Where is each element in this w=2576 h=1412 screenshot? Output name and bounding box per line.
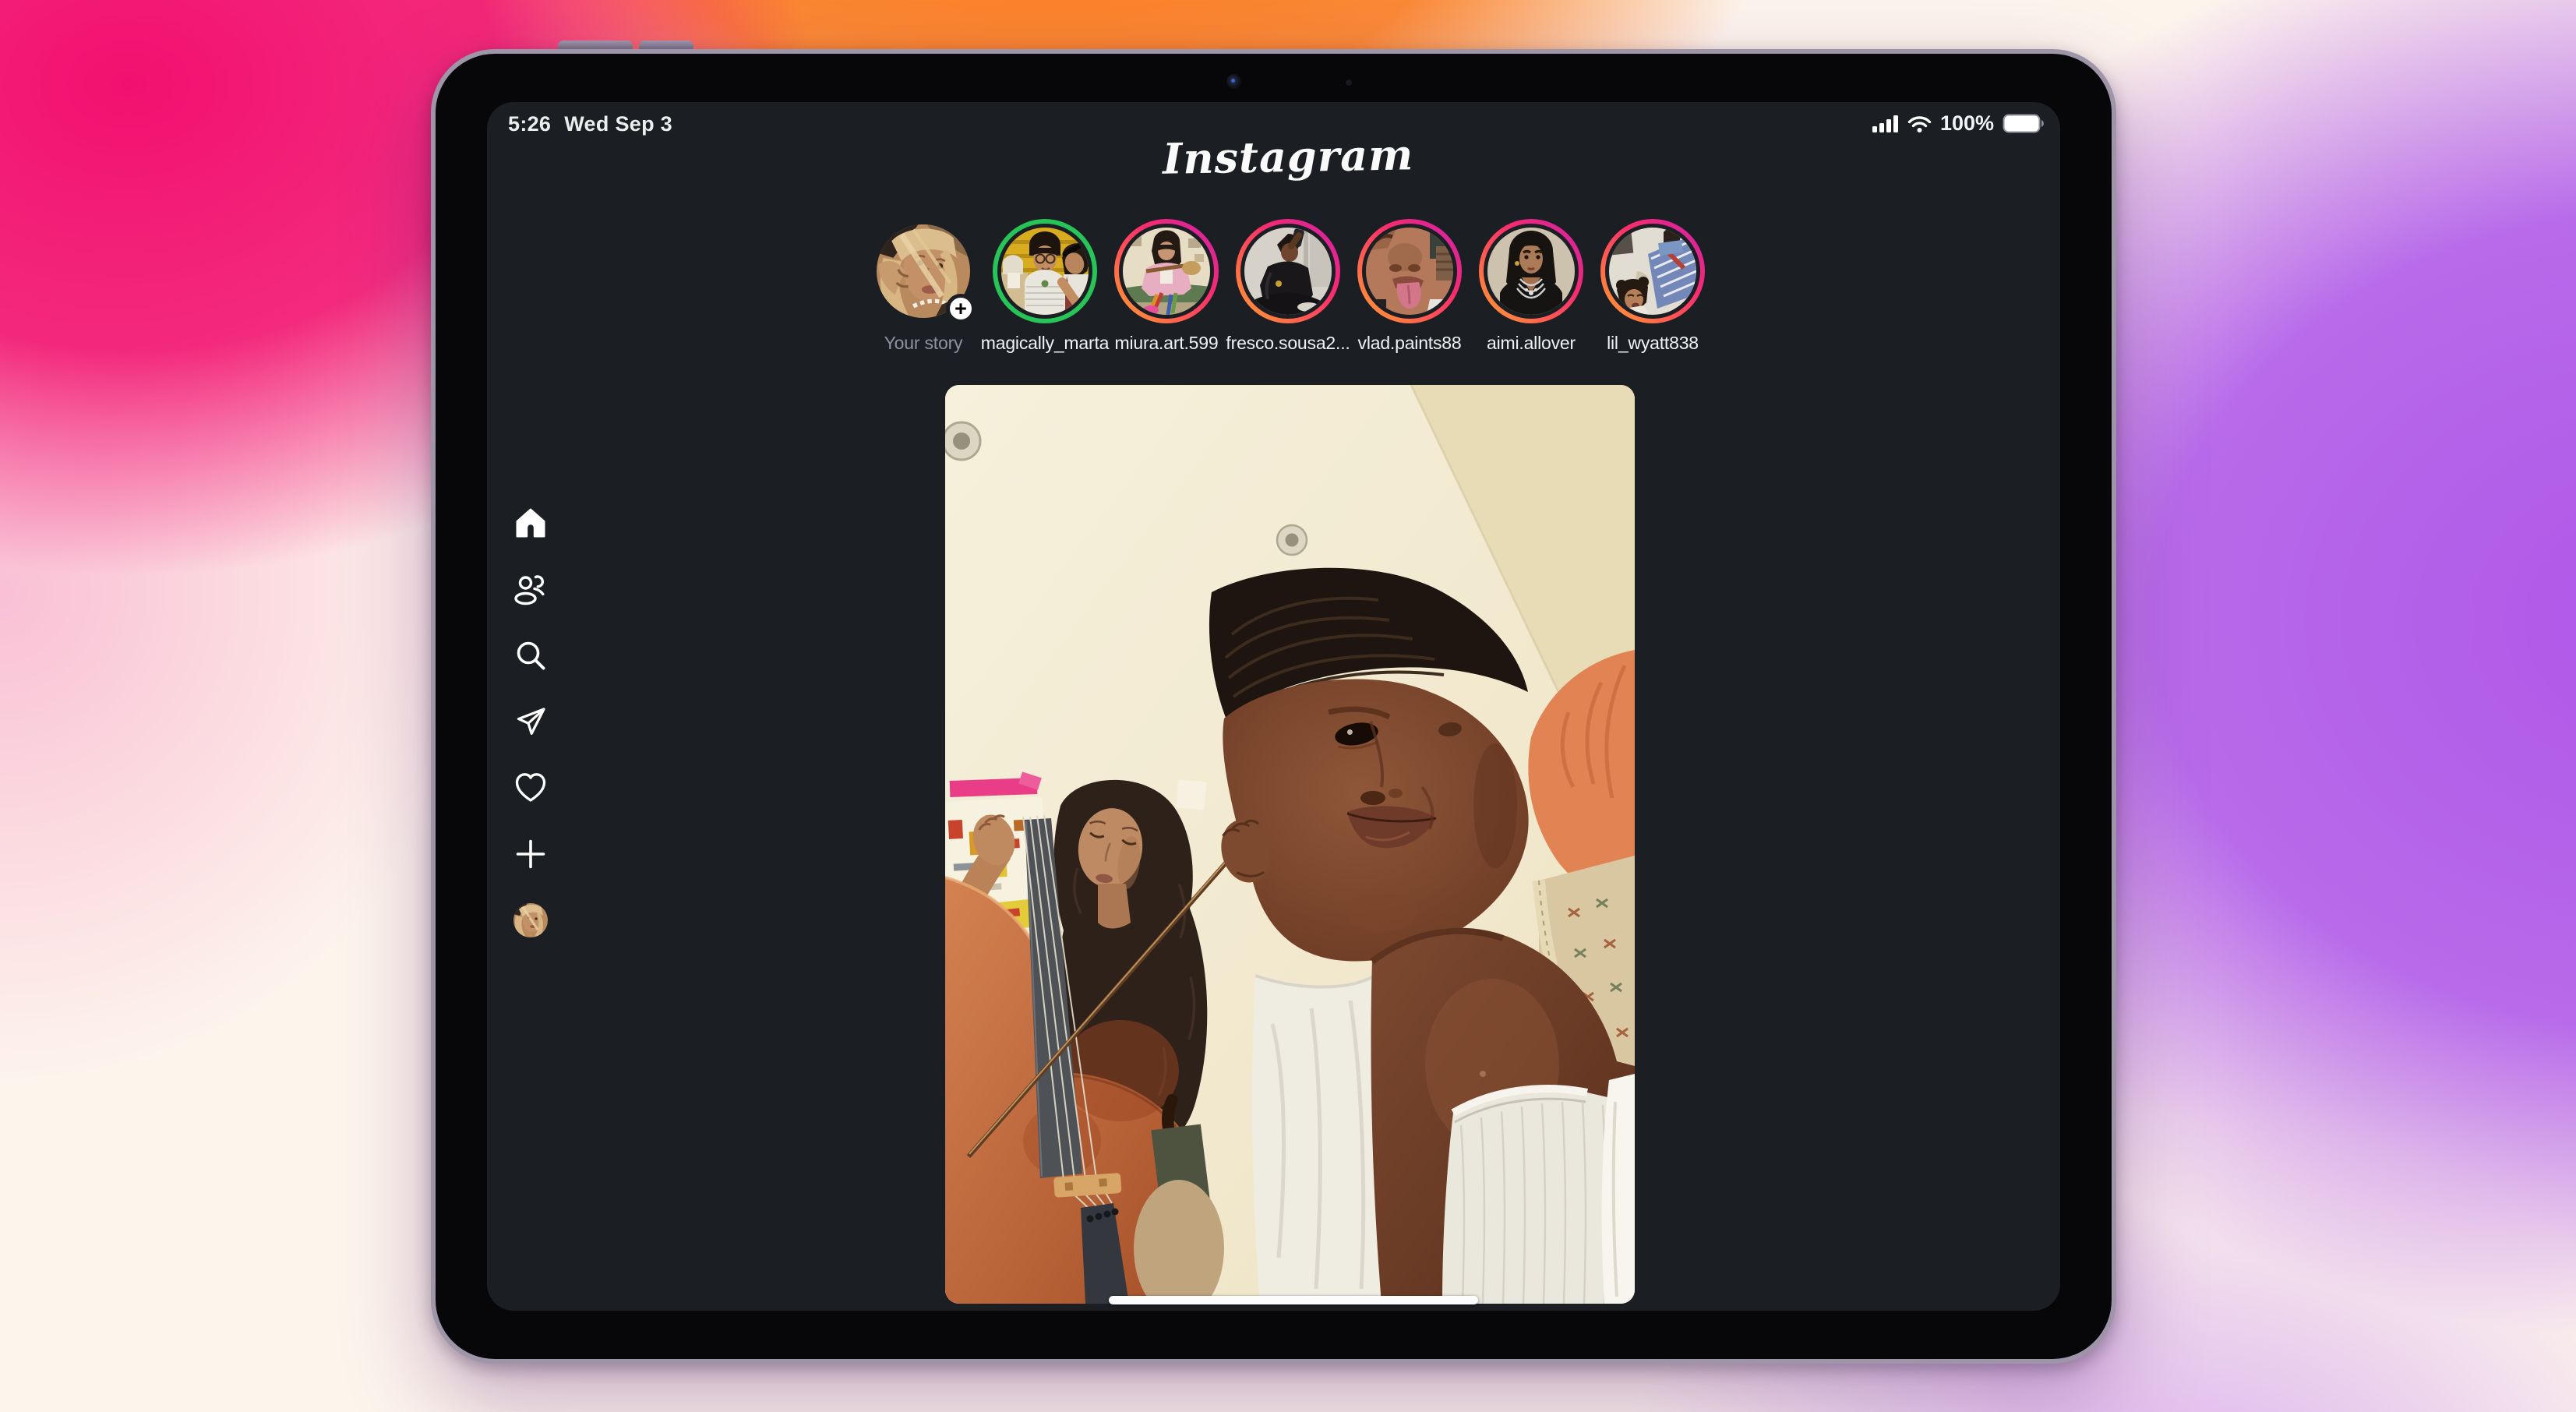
story-vlad-paints88[interactable]: vlad.paints88 (1351, 219, 1468, 354)
search-icon[interactable] (513, 638, 548, 672)
story-username: lil_wyatt838 (1607, 333, 1699, 353)
story-avatar-photo (1001, 228, 1089, 315)
story-miura-art-599[interactable]: miura.art.599 (1108, 219, 1225, 354)
heart-icon[interactable] (513, 771, 548, 805)
header: Instagram (487, 129, 2060, 184)
instagram-app-screen: 5:26 Wed Sep 3 100% Instagram + Your sto… (487, 102, 2060, 1311)
story-username: magically_marta (980, 333, 1110, 353)
profile-photo (513, 903, 548, 937)
cellular-signal-icon (1872, 115, 1899, 133)
post-photo-illustration (945, 385, 1635, 1304)
stories-tray: + Your story magically_marta miura.art.5… (865, 219, 1711, 354)
home-icon[interactable] (513, 506, 548, 540)
story-your-story[interactable]: + Your story (865, 219, 982, 354)
home-indicator[interactable] (1109, 1296, 1478, 1304)
story-avatar-photo (1244, 228, 1332, 315)
story-username: vlad.paints88 (1357, 333, 1462, 353)
camera-lens-glint (1231, 79, 1235, 83)
story-avatar-photo (1123, 228, 1210, 315)
instagram-logo: Instagram (1162, 129, 1415, 184)
story-username: miura.art.599 (1114, 333, 1219, 353)
story-username: aimi.allover (1487, 333, 1576, 353)
story-avatar-photo (1609, 228, 1696, 315)
nav-sidebar (513, 506, 548, 937)
feed-post-photo[interactable] (945, 385, 1635, 1304)
gradient-wallpaper: 5:26 Wed Sep 3 100% Instagram + Your sto… (0, 0, 2576, 1412)
people-icon[interactable] (513, 572, 548, 606)
story-fresco-sousa2[interactable]: fresco.sousa2... (1226, 219, 1350, 354)
send-icon[interactable] (513, 704, 548, 739)
story-avatar-photo (1366, 228, 1453, 315)
profile-avatar[interactable] (513, 903, 548, 937)
wifi-icon (1907, 115, 1932, 133)
story-lil-wyatt838[interactable]: lil_wyatt838 (1594, 219, 1711, 354)
story-avatar-photo (1487, 228, 1575, 315)
camera-sensor (1346, 79, 1352, 86)
story-username: fresco.sousa2... (1226, 333, 1350, 353)
story-username: Your story (884, 333, 963, 353)
add-story-button[interactable]: + (946, 294, 976, 323)
story-magically-marta[interactable]: magically_marta (981, 219, 1109, 354)
plus-icon[interactable] (513, 837, 548, 871)
story-aimi-allover[interactable]: aimi.allover (1473, 219, 1590, 354)
battery-icon (2003, 113, 2046, 134)
ipad-device: 5:26 Wed Sep 3 100% Instagram + Your sto… (431, 49, 2116, 1364)
